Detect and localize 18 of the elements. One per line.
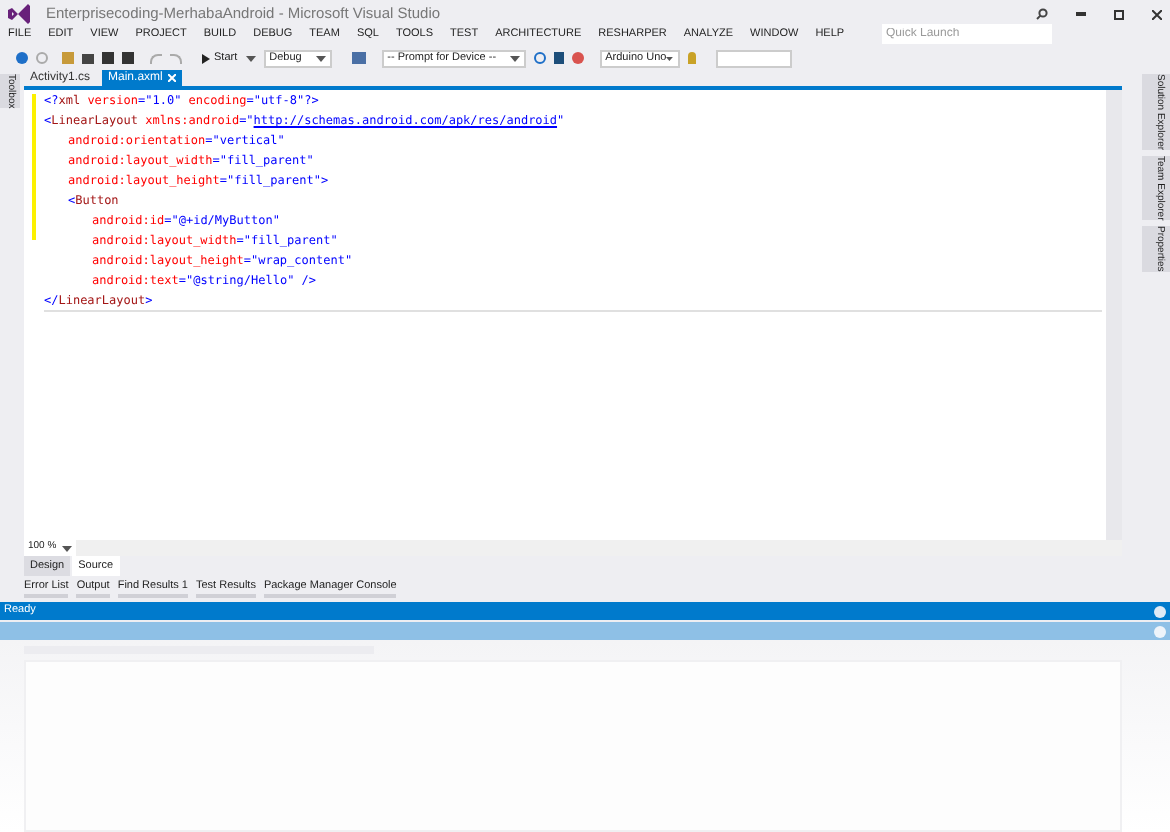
emulator-icon[interactable]	[571, 52, 584, 64]
info-icon[interactable]	[533, 52, 546, 64]
logo-icon	[8, 4, 30, 24]
caret-icon	[245, 55, 256, 61]
search-icon	[1036, 8, 1048, 20]
caret-icon	[315, 55, 326, 61]
caret-icon	[666, 55, 674, 61]
undo-icon[interactable]	[150, 53, 162, 63]
caret-icon	[62, 545, 72, 551]
redo-icon[interactable]	[170, 53, 182, 63]
caret-icon	[509, 55, 520, 61]
restore-icon[interactable]	[1114, 9, 1124, 19]
forward-icon[interactable]	[36, 52, 48, 64]
vertical-scrollbar[interactable]	[1106, 90, 1122, 540]
play-icon	[202, 53, 210, 63]
empty-dropdown[interactable]	[715, 49, 792, 67]
back-icon[interactable]	[16, 52, 28, 64]
close-icon[interactable]	[1152, 9, 1162, 19]
